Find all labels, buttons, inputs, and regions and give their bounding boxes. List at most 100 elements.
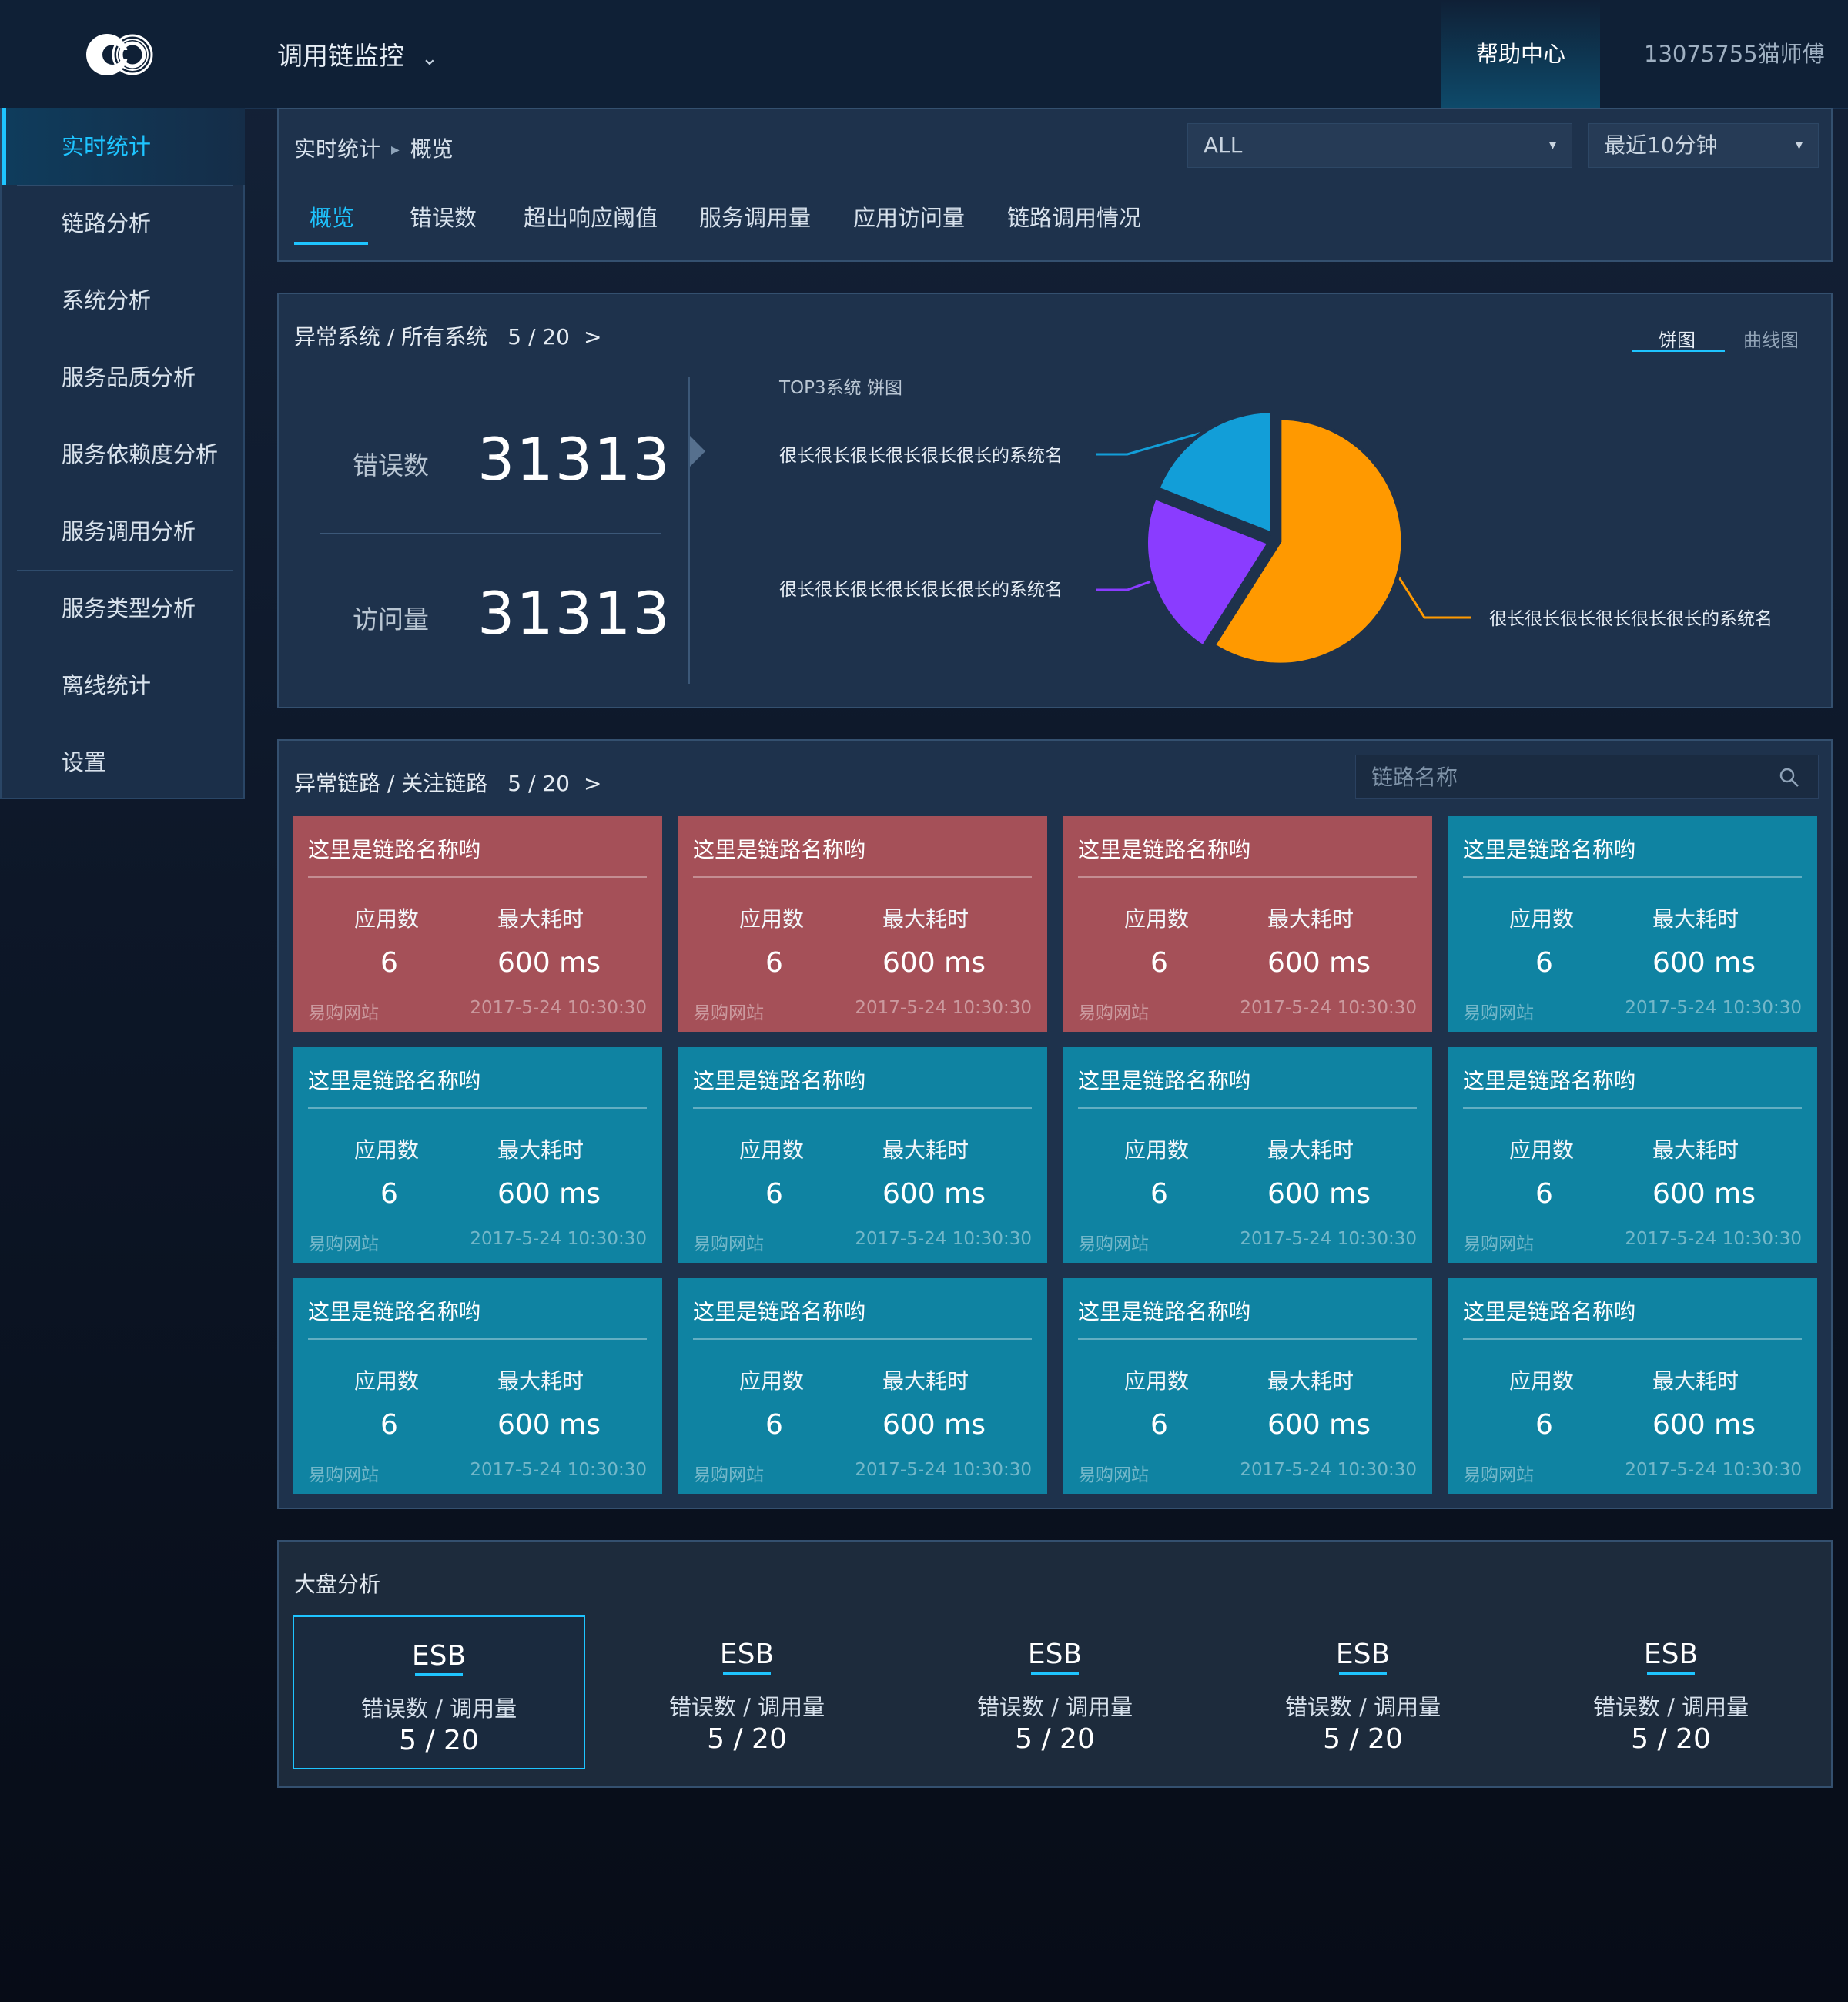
search-placeholder: 链路名称 — [1371, 765, 1458, 790]
pie-chart — [1096, 409, 1471, 667]
market-item[interactable]: ESB 错误数 / 调用量 5 / 20 — [1525, 1615, 1817, 1769]
link-card[interactable]: 这里是链路名称哟 应用数 最大耗时 6 600 ms 易购网站 2017-5-24 10:3… — [678, 1278, 1047, 1494]
link-card-app-count: 6 — [765, 1409, 783, 1441]
time-range-value: 最近10分钟 — [1604, 132, 1718, 158]
link-card-title: 这里是链路名称哟 — [1078, 1068, 1251, 1093]
link-card-time-label: 最大耗时 — [497, 906, 584, 932]
link-card-divider — [1463, 876, 1802, 878]
link-card-site: 易购网站 — [1078, 1234, 1149, 1254]
link-card[interactable]: 这里是链路名称哟 应用数 最大耗时 6 600 ms 易购网站 2017-5-24 10:3… — [1063, 1047, 1432, 1263]
tab-service-calls[interactable]: 服务调用量 — [699, 200, 811, 233]
link-card[interactable]: 这里是链路名称哟 应用数 最大耗时 6 600 ms 易购网站 2017-5-24 10:3… — [293, 1047, 662, 1263]
link-card-app-count: 6 — [765, 947, 783, 979]
link-card[interactable]: 这里是链路名称哟 应用数 最大耗时 6 600 ms 易购网站 2017-5-24 10:3… — [293, 816, 662, 1032]
link-card[interactable]: 这里是链路名称哟 应用数 最大耗时 6 600 ms 易购网站 2017-5-24 10:3… — [1448, 816, 1817, 1032]
link-card-site: 易购网站 — [693, 1234, 764, 1254]
link-card-title: 这里是链路名称哟 — [1463, 1299, 1636, 1324]
systems-panel: 异常系统 / 所有系统 5 / 20 > 饼图 曲线图 错误数 31313 访问量 … — [277, 293, 1833, 708]
link-card-title: 这里是链路名称哟 — [693, 1068, 866, 1093]
time-range-select[interactable]: 最近10分钟 ▾ — [1588, 123, 1819, 168]
link-card-app-label: 应用数 — [1124, 906, 1190, 932]
link-card-app-label: 应用数 — [354, 1368, 420, 1394]
sidebar-item-system-analysis[interactable]: 系统分析 — [2, 262, 245, 339]
link-card-app-count: 6 — [1535, 1409, 1553, 1441]
market-item-accent — [415, 1673, 463, 1676]
links-count: 5 / 20 — [507, 771, 570, 796]
sidebar-item-call-analysis[interactable]: 服务调用分析 — [2, 493, 245, 570]
sidebar-item-settings[interactable]: 设置 — [2, 724, 245, 801]
link-card-date: 2017-5-24 10:30:30 — [470, 1229, 647, 1249]
link-card-time-label: 最大耗时 — [497, 1368, 584, 1394]
market-item-value: 5 / 20 — [1323, 1723, 1403, 1755]
link-card-title: 这里是链路名称哟 — [308, 1068, 481, 1093]
market-item-value: 5 / 20 — [399, 1725, 479, 1756]
sidebar-item-offline[interactable]: 离线统计 — [2, 647, 245, 724]
breadcrumb-item[interactable]: 实时统计 — [294, 136, 380, 162]
sidebar-item-quality-analysis[interactable]: 服务品质分析 — [2, 339, 245, 416]
links-more-link[interactable]: > — [584, 771, 601, 796]
link-card[interactable]: 这里是链路名称哟 应用数 最大耗时 6 600 ms 易购网站 2017-5-24 10:3… — [293, 1278, 662, 1494]
link-card-app-count: 6 — [1535, 1178, 1553, 1210]
app-switcher[interactable]: 调用链监控 ⌄ — [277, 35, 438, 72]
market-item-value: 5 / 20 — [1631, 1723, 1711, 1755]
user-menu[interactable]: 13075755猫师傅 — [1644, 0, 1825, 108]
market-item-accent — [1647, 1672, 1695, 1675]
market-title: 大盘分析 — [294, 1572, 381, 1597]
link-card[interactable]: 这里是链路名称哟 应用数 最大耗时 6 600 ms 易购网站 2017-5-24 10:3… — [1063, 1278, 1432, 1494]
links-panel: 异常链路 / 关注链路 5 / 20 > 链路名称 这里是链路名称哟 应用数 最大耗时 6… — [277, 739, 1833, 1509]
link-card[interactable]: 这里是链路名称哟 应用数 最大耗时 6 600 ms 易购网站 2017-5-24 10:3… — [678, 1047, 1047, 1263]
top-bar: 调用链监控 ⌄ 帮助中心 13075755猫师傅 — [0, 0, 1848, 109]
link-card-divider — [1463, 1107, 1802, 1109]
link-card-divider — [693, 1107, 1032, 1109]
market-item[interactable]: ESB 错误数 / 调用量 5 / 20 — [293, 1615, 585, 1769]
link-card-divider — [308, 876, 647, 878]
link-card-app-count: 6 — [380, 1178, 398, 1210]
logo-icon[interactable] — [83, 31, 162, 79]
tab-link-calls[interactable]: 链路调用情况 — [1007, 200, 1141, 233]
search-icon[interactable] — [1778, 766, 1801, 789]
sidebar-item-dependency-analysis[interactable]: 服务依赖度分析 — [2, 416, 245, 493]
link-card-app-label: 应用数 — [1509, 906, 1575, 932]
market-item-name: ESB — [1643, 1639, 1699, 1670]
link-card-app-count: 6 — [380, 1409, 398, 1441]
link-search-input[interactable]: 链路名称 — [1355, 755, 1819, 799]
link-card-site: 易购网站 — [1078, 1465, 1149, 1485]
scope-select-value: ALL — [1204, 132, 1243, 158]
link-card-max-time: 600 ms — [497, 1178, 601, 1210]
link-card-time-label: 最大耗时 — [1267, 1368, 1354, 1394]
sidebar-item-link-analysis[interactable]: 链路分析 — [2, 185, 245, 262]
market-item-accent — [723, 1672, 771, 1675]
link-card-app-label: 应用数 — [739, 906, 805, 932]
caret-down-icon: ▾ — [1795, 137, 1803, 153]
market-item[interactable]: ESB 错误数 / 调用量 5 / 20 — [601, 1615, 893, 1769]
link-card-date: 2017-5-24 10:30:30 — [1240, 1229, 1417, 1249]
link-card-time-label: 最大耗时 — [1267, 1137, 1354, 1163]
link-card-site: 易购网站 — [693, 1465, 764, 1485]
link-card-date: 2017-5-24 10:30:30 — [470, 1460, 647, 1480]
tab-threshold[interactable]: 超出响应阈值 — [524, 200, 658, 233]
sidebar: 实时统计 链路分析 系统分析 服务品质分析 服务依赖度分析 服务调用分析 服务类… — [0, 108, 245, 799]
market-item[interactable]: ESB 错误数 / 调用量 5 / 20 — [909, 1615, 1201, 1769]
tab-errors[interactable]: 错误数 — [410, 200, 477, 233]
link-card-time-label: 最大耗时 — [882, 1368, 969, 1394]
link-card-site: 易购网站 — [308, 1465, 379, 1485]
link-card[interactable]: 这里是链路名称哟 应用数 最大耗时 6 600 ms 易购网站 2017-5-24 10:3… — [1448, 1278, 1817, 1494]
scope-select[interactable]: ALL ▾ — [1187, 123, 1572, 168]
link-card[interactable]: 这里是链路名称哟 应用数 最大耗时 6 600 ms 易购网站 2017-5-24 10:3… — [1063, 816, 1432, 1032]
breadcrumb-current: 概览 — [410, 136, 454, 162]
link-card-app-label: 应用数 — [1509, 1368, 1575, 1394]
link-card[interactable]: 这里是链路名称哟 应用数 最大耗时 6 600 ms 易购网站 2017-5-24 10:3… — [678, 816, 1047, 1032]
link-card-time-label: 最大耗时 — [1652, 906, 1739, 932]
tab-app-visits[interactable]: 应用访问量 — [853, 200, 965, 233]
help-center-button[interactable]: 帮助中心 — [1441, 0, 1600, 108]
link-card[interactable]: 这里是链路名称哟 应用数 最大耗时 6 600 ms 易购网站 2017-5-24 10:3… — [1448, 1047, 1817, 1263]
link-card-app-label: 应用数 — [1124, 1137, 1190, 1163]
caret-down-icon: ▾ — [1548, 137, 1556, 153]
sidebar-item-type-analysis[interactable]: 服务类型分析 — [2, 570, 245, 647]
link-card-date: 2017-5-24 10:30:30 — [1240, 998, 1417, 1018]
market-item-label: 错误数 / 调用量 — [668, 1694, 825, 1720]
market-item-label: 错误数 / 调用量 — [360, 1696, 517, 1722]
market-item[interactable]: ESB 错误数 / 调用量 5 / 20 — [1217, 1615, 1509, 1769]
sidebar-item-realtime[interactable]: 实时统计 — [2, 108, 245, 185]
tab-overview[interactable]: 概览 — [310, 200, 354, 233]
